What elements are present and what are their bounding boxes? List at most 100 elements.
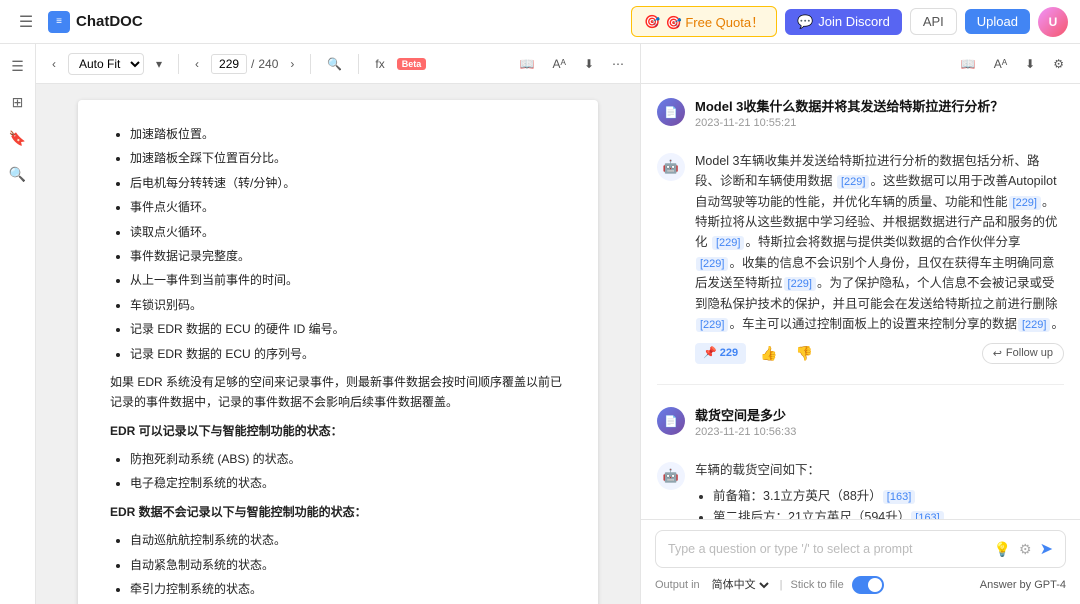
chat-input-row: 💡 ⚙ ➤	[655, 530, 1066, 568]
chat-question-1: 📄 Model 3收集什么数据并将其发送给特斯拉进行分析？ 2023-11-21…	[657, 96, 1064, 135]
chat-input-area: 💡 ⚙ ➤ Output in 简体中文 | Stick to file Ans…	[641, 519, 1080, 604]
fx-label: fx	[375, 57, 384, 71]
q1-user-icon: 📄	[657, 98, 685, 126]
ref-229-5[interactable]: [229]	[784, 277, 816, 291]
a1-dislike-btn[interactable]: 👎	[792, 343, 817, 364]
upload-button[interactable]: Upload	[965, 9, 1030, 34]
chat-answer-2: 🤖 车辆的载货空间如下： 前备箱：3.1立方英尺（88升）[163] 第二排后方…	[657, 460, 1064, 519]
sidebar-bookmark-icon[interactable]: 🔖	[4, 124, 32, 152]
document-viewer: ‹ Auto Fit ▾ ‹ / 240 › 🔍 fx Beta 📖 Aᴬ	[36, 44, 640, 604]
page-input[interactable]	[211, 54, 247, 74]
list-item: 后电机每分转转速（转/分钟）。	[130, 173, 566, 193]
avatar[interactable]: U	[1038, 7, 1068, 37]
chat-input[interactable]	[668, 542, 986, 556]
chat-book-icon[interactable]: 📖	[955, 54, 982, 74]
toolbar-download-icon[interactable]: ⬇	[578, 54, 600, 74]
edr-smart-list: 防抱死刹动系统 (ABS) 的状态。 电子稳定控制系统的状态。	[110, 449, 566, 494]
a1-actions: 📌 229 👍 👎 ↩ Follow up	[695, 343, 1064, 365]
api-label: API	[923, 14, 944, 29]
discord-button[interactable]: 💬 Join Discord	[785, 9, 902, 35]
sidebar-menu-icon[interactable]: ☰	[4, 52, 32, 80]
a2-bot-icon: 🤖	[657, 462, 685, 490]
sidebar-thumbnail-icon[interactable]: ⊞	[4, 88, 32, 116]
list-item: 车锁识别码。	[130, 295, 566, 315]
list-item: 事件点火循环。	[130, 197, 566, 217]
edr-smart-heading: EDR 可以记录以下与智能控制功能的状态：	[110, 421, 566, 441]
followup-label: Follow up	[1006, 347, 1053, 359]
toolbar-more-icon[interactable]: ⋯	[606, 54, 630, 74]
chat-answer-1: 🤖 Model 3车辆收集并发送给特斯拉进行分析的数据包括分析、路段、诊断和车辆…	[657, 151, 1064, 364]
page-next-button[interactable]: ›	[284, 54, 300, 74]
ref-229-6[interactable]: [229]	[696, 318, 728, 332]
cargo-item-2: 第二排后方：21立方英尺（594升）[163]	[713, 507, 1064, 519]
list-item: 牵引力控制系统的状态。	[130, 579, 566, 599]
stick-to-file-label: Stick to file	[791, 579, 844, 591]
chat-text-size-icon[interactable]: Aᴬ	[988, 54, 1013, 74]
sidebar-search-icon[interactable]: 🔍	[4, 160, 32, 188]
q1-content: Model 3收集什么数据并将其发送给特斯拉进行分析？ 2023-11-21 1…	[695, 96, 1064, 135]
menu-icon[interactable]: ☰	[12, 8, 40, 36]
ref-229-3[interactable]: [229]	[712, 236, 744, 250]
input-settings-icon[interactable]: ⚙	[1019, 541, 1032, 558]
toolbar-text-icon[interactable]: Aᴬ	[546, 54, 571, 74]
ref-badge-229[interactable]: 📌 229	[695, 343, 746, 365]
input-icons: 💡 ⚙ ➤	[994, 539, 1053, 559]
doc-toolbar: ‹ Auto Fit ▾ ‹ / 240 › 🔍 fx Beta 📖 Aᴬ	[36, 44, 640, 84]
list-item: 记录 EDR 数据的 ECU 的硬件 ID 编号。	[130, 319, 566, 339]
discord-icon: 💬	[797, 14, 813, 30]
list-item: 记录 EDR 数据的 ECU 的序列号。	[130, 344, 566, 364]
page-prev-button[interactable]: ‹	[189, 54, 205, 74]
beta-badge: Beta	[397, 58, 427, 70]
upload-label: Upload	[977, 14, 1018, 29]
list-item: 加速踏板全踩下位置百分比。	[130, 148, 566, 168]
ref-229-7[interactable]: [229]	[1018, 318, 1050, 332]
app-name: ChatDOC	[76, 13, 143, 30]
page-separator: /	[251, 57, 254, 71]
ref-229-1[interactable]: [229]	[837, 175, 869, 189]
ref-163-2[interactable]: [163]	[911, 511, 943, 519]
quota-label: 🎯 Free Quota！	[666, 12, 765, 31]
edr-override-text: 如果 EDR 系统没有足够的空间来记录事件，则最新事件数据会按时间顺序覆盖以前已…	[110, 372, 566, 413]
divider-1	[657, 384, 1064, 385]
output-label: Output in	[655, 579, 700, 591]
list-item: 防抱死刹动系统 (ABS) 的状态。	[130, 449, 566, 469]
chat-settings-icon[interactable]: ⚙	[1047, 54, 1070, 74]
ref-229-4[interactable]: [229]	[696, 257, 728, 271]
fit-select[interactable]: Auto Fit	[68, 53, 144, 75]
q1-time: 2023-11-21 10:55:21	[695, 117, 1064, 129]
api-button[interactable]: API	[910, 8, 957, 35]
q2-title: 载货空间是多少	[695, 405, 1064, 424]
list-item: 自动紧急制动系统的状态。	[130, 555, 566, 575]
toolbar-book-icon[interactable]: 📖	[514, 54, 541, 74]
toolbar-search-button[interactable]: 🔍	[321, 54, 348, 74]
list-item: 事件数据记录完整度。	[130, 246, 566, 266]
app-logo: ≡ ChatDOC	[48, 11, 143, 33]
quota-icon: 🎯	[644, 14, 660, 30]
toolbar-back-button[interactable]: ‹	[46, 54, 62, 74]
toolbar-fx-button[interactable]: fx	[369, 54, 390, 74]
logo-icon: ≡	[48, 11, 70, 33]
fit-dropdown-button[interactable]: ▾	[150, 54, 168, 74]
q2-content: 载货空间是多少 2023-11-21 10:56:33	[695, 405, 1064, 444]
language-select[interactable]: 简体中文	[708, 578, 772, 592]
sidebar: ☰ ⊞ 🔖 🔍	[0, 44, 36, 604]
list-item: 加速踏板位置。	[130, 124, 566, 144]
doc-page-1: 加速踏板位置。 加速踏板全踩下位置百分比。 后电机每分转转速（转/分钟）。 事件…	[78, 100, 598, 604]
discord-label: Join Discord	[818, 14, 890, 29]
edr-norecord-heading: EDR 数据不会记录以下与智能控制功能的状态：	[110, 502, 566, 522]
stick-to-file-toggle[interactable]	[852, 576, 884, 594]
input-send-icon[interactable]: ➤	[1040, 539, 1053, 559]
quota-button[interactable]: 🎯 🎯 Free Quota！	[631, 6, 777, 37]
chat-download-icon[interactable]: ⬇	[1019, 54, 1041, 74]
a1-text: Model 3车辆收集并发送给特斯拉进行分析的数据包括分析、路段、诊断和车辆使用…	[695, 151, 1064, 335]
input-bulb-icon[interactable]: 💡	[994, 541, 1011, 558]
a1-followup-btn[interactable]: ↩ Follow up	[982, 343, 1064, 364]
ref-229-2[interactable]: [229]	[1009, 196, 1041, 210]
chat-messages: 📄 Model 3收集什么数据并将其发送给特斯拉进行分析？ 2023-11-21…	[641, 84, 1080, 519]
top-nav: ☰ ≡ ChatDOC 🎯 🎯 Free Quota！ 💬 Join Disco…	[0, 0, 1080, 44]
a1-like-btn[interactable]: 👍	[756, 343, 781, 364]
a2-intro: 车辆的载货空间如下：	[695, 460, 1064, 480]
ref-163-1[interactable]: [163]	[883, 490, 915, 504]
list-item: 读取点火循环。	[130, 222, 566, 242]
a1-bot-icon: 🤖	[657, 153, 685, 181]
